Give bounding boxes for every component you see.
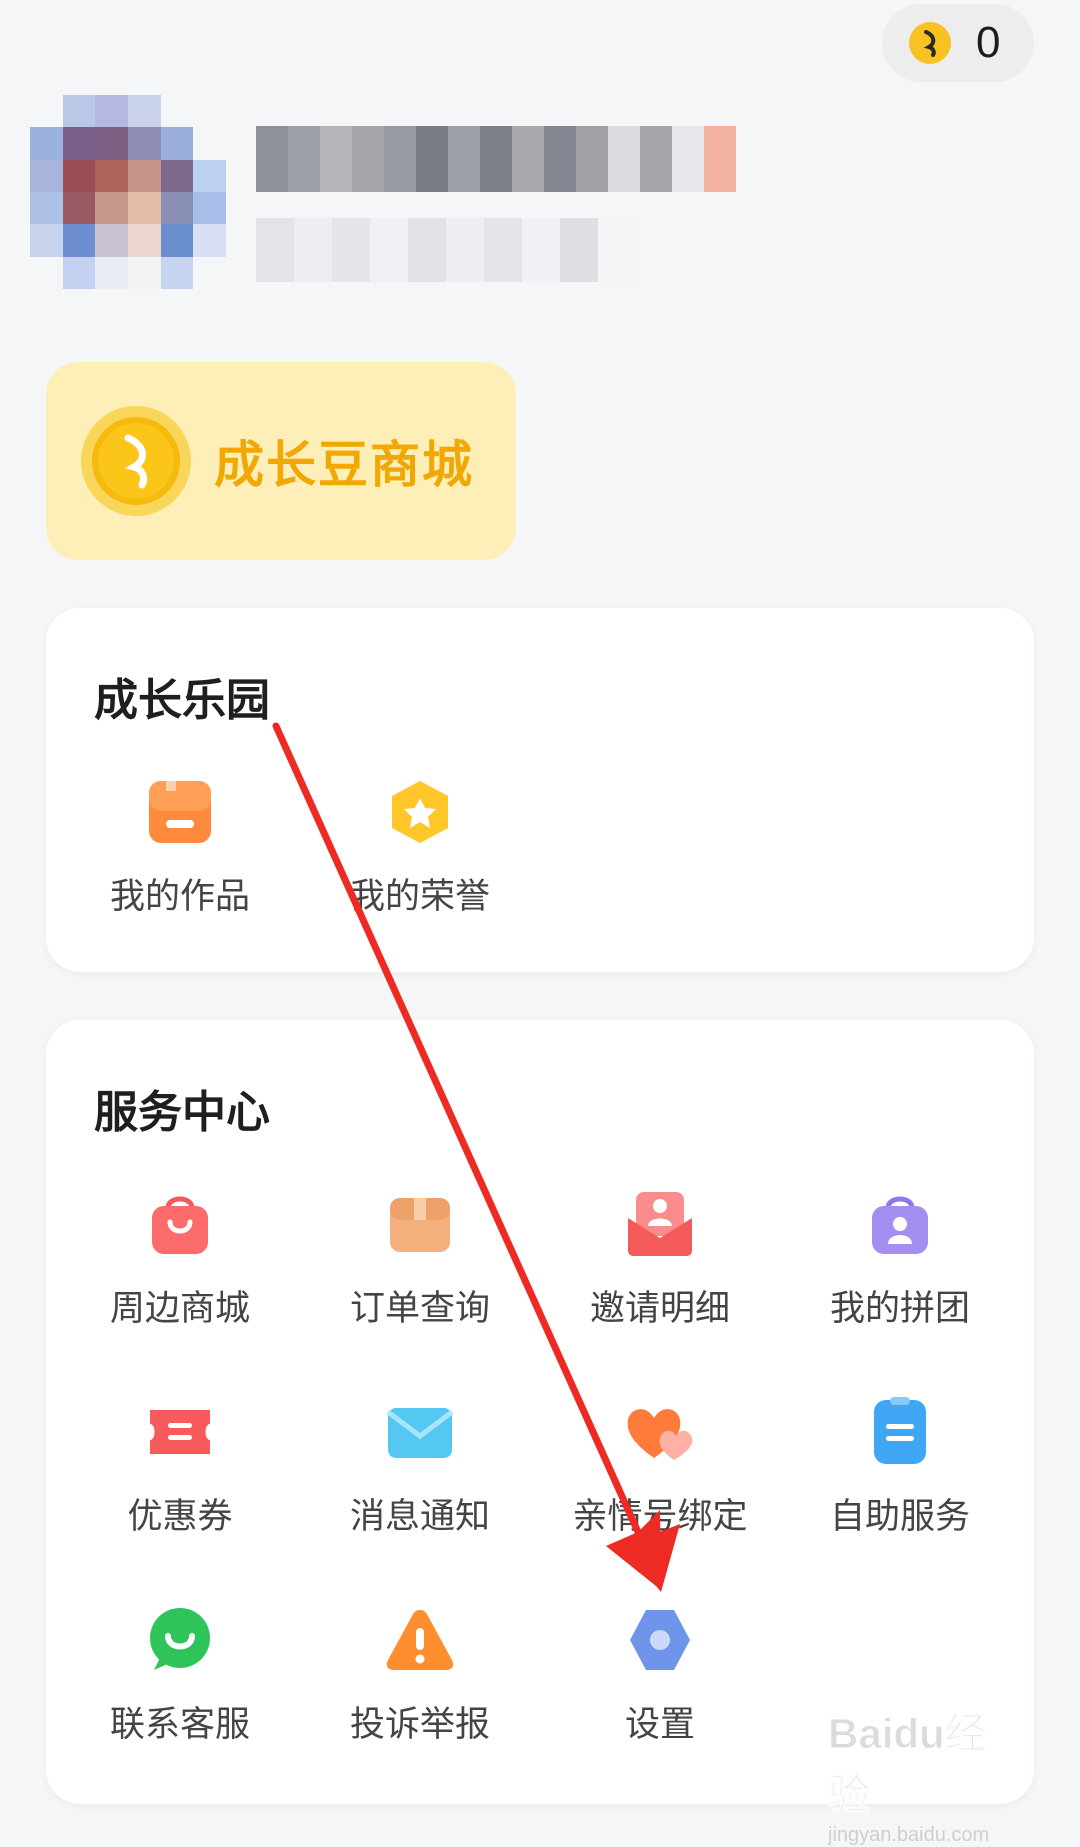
- group-buy-icon: [872, 1196, 928, 1254]
- family-heart-icon: [627, 1409, 693, 1460]
- profile-name-blurred: [256, 126, 736, 192]
- service-center-card: 服务中心 周边商城 订单查询 邀请明细 我的拼团 优惠券 消息通知 亲情号绑定 …: [46, 1020, 1034, 1804]
- self-service-icon: [874, 1397, 926, 1464]
- contact-support-item[interactable]: 联系客服: [90, 1604, 270, 1747]
- watermark-text: Baidu经验: [828, 1710, 988, 1819]
- my-group-buy-item[interactable]: 我的拼团: [810, 1188, 990, 1331]
- item-label: 亲情号绑定: [572, 1497, 748, 1537]
- section-title: 服务中心: [94, 1087, 270, 1138]
- self-service-item[interactable]: 自助服务: [810, 1396, 990, 1539]
- item-label: 优惠券: [127, 1497, 233, 1537]
- settings-item[interactable]: 设置: [570, 1604, 750, 1747]
- invite-details-item[interactable]: 邀请明细: [570, 1188, 750, 1331]
- growth-park-card: 成长乐园 我的作品 我的荣誉: [46, 608, 1034, 972]
- coupon-item[interactable]: 优惠券: [90, 1396, 270, 1539]
- works-icon: [149, 781, 211, 843]
- shopping-bag-icon: [152, 1196, 208, 1254]
- growth-bean-mall-button[interactable]: 成长豆商城: [46, 362, 516, 560]
- coin-count: 0: [976, 18, 1001, 67]
- my-honor-item[interactable]: 我的荣誉: [330, 776, 510, 919]
- order-query-item[interactable]: 订单查询: [330, 1188, 510, 1331]
- item-label: 消息通知: [349, 1497, 490, 1537]
- coupon-icon: [150, 1410, 210, 1454]
- merch-mall-item[interactable]: 周边商城: [90, 1188, 270, 1331]
- baidu-jingyan-watermark: Baidu经验 jingyan.baidu.com: [828, 1700, 1028, 1847]
- order-box-icon: [390, 1198, 450, 1252]
- item-label: 周边商城: [109, 1289, 250, 1329]
- coin-icon: [909, 22, 951, 64]
- family-binding-item[interactable]: 亲情号绑定: [570, 1396, 750, 1539]
- item-label: 自助服务: [829, 1497, 970, 1537]
- section-title: 成长乐园: [94, 675, 270, 726]
- item-label: 投诉举报: [349, 1705, 490, 1745]
- mall-label: 成长豆商城: [214, 436, 474, 494]
- item-label: 订单查询: [349, 1289, 490, 1329]
- message-mail-icon: [386, 1408, 454, 1458]
- settings-gear-icon: [630, 1610, 690, 1670]
- item-label: 设置: [624, 1705, 695, 1745]
- message-notice-item[interactable]: 消息通知: [330, 1396, 510, 1539]
- report-warning-icon: [386, 1610, 454, 1670]
- profile-subtitle-blurred: [256, 218, 636, 282]
- item-label: 我的拼团: [829, 1289, 970, 1329]
- coin-balance-pill[interactable]: 0: [882, 4, 1034, 82]
- customer-service-chat-icon: [150, 1608, 210, 1670]
- item-label: 我的作品: [109, 877, 250, 917]
- watermark-url: jingyan.baidu.com: [828, 1824, 990, 1846]
- item-label: 联系客服: [109, 1705, 250, 1745]
- complaint-report-item[interactable]: 投诉举报: [330, 1604, 510, 1747]
- item-label: 我的荣誉: [349, 877, 490, 917]
- honor-badge-icon: [392, 781, 448, 843]
- avatar[interactable]: [30, 95, 226, 289]
- my-works-item[interactable]: 我的作品: [90, 776, 270, 919]
- item-label: 邀请明细: [589, 1289, 730, 1329]
- coin-icon: [81, 406, 191, 516]
- invite-envelope-icon: [628, 1192, 692, 1256]
